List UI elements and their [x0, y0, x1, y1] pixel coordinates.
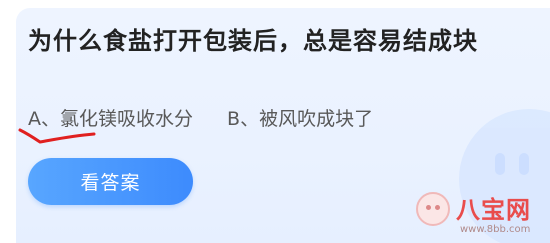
watermark-url: www.8bb.com: [460, 224, 531, 235]
bubble-eye-right: [519, 153, 529, 175]
site-watermark: 八宝网 www.8bb.com: [414, 190, 550, 243]
handwritten-check-mark: [18, 128, 96, 144]
option-b[interactable]: B、被风吹成块了: [227, 104, 373, 131]
mascot-face-icon: [416, 192, 450, 226]
question-title: 为什么食盐打开包装后，总是容易结成块: [28, 27, 478, 55]
bubble-eye-left: [495, 153, 505, 175]
watermark-title: 八宝网: [456, 196, 531, 224]
view-answer-button[interactable]: 看答案: [28, 158, 193, 205]
